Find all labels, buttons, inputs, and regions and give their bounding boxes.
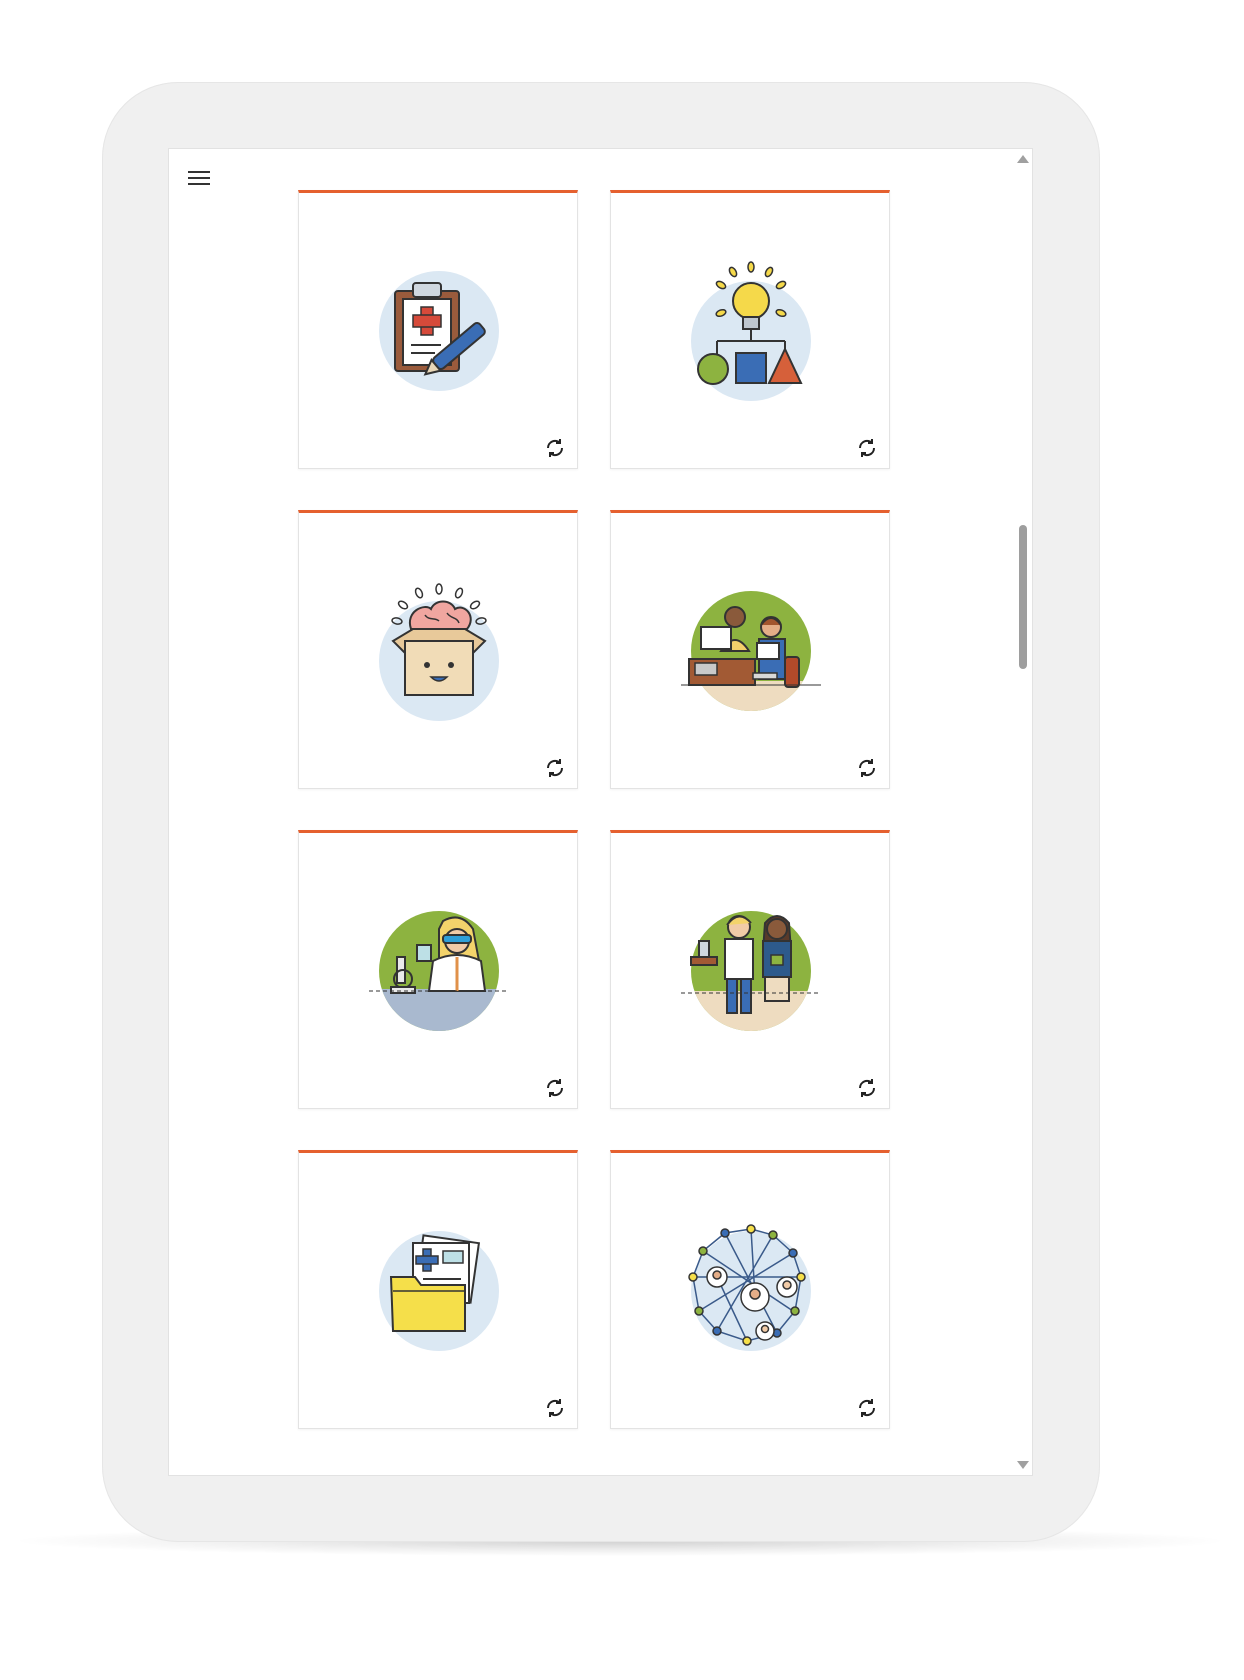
scroll-up-arrow-icon[interactable] <box>1017 155 1029 163</box>
card-1[interactable] <box>298 190 578 469</box>
office-workers-illustration <box>681 591 821 711</box>
refresh-icon[interactable] <box>543 1076 567 1100</box>
refresh-icon[interactable] <box>855 756 879 780</box>
lightbulb-shapes-illustration <box>691 261 811 401</box>
card-5[interactable] <box>298 830 578 1109</box>
menu-line <box>188 171 210 173</box>
refresh-icon[interactable] <box>855 1396 879 1420</box>
people-network-illustration <box>688 1224 811 1351</box>
card-2[interactable] <box>610 190 890 469</box>
scrollbar-thumb[interactable] <box>1019 525 1027 669</box>
refresh-icon[interactable] <box>543 756 567 780</box>
scientist-microscope-illustration <box>369 911 509 1031</box>
card-3[interactable] <box>298 510 578 789</box>
medical-folder-illustration <box>379 1231 499 1351</box>
app-screen <box>168 148 1033 1476</box>
menu-line <box>188 183 210 185</box>
card-8[interactable] <box>610 1150 890 1429</box>
card-7[interactable] <box>298 1150 578 1429</box>
vertical-scrollbar[interactable] <box>1014 149 1032 1475</box>
brain-in-box-illustration <box>379 583 499 721</box>
refresh-icon[interactable] <box>543 436 567 460</box>
refresh-icon[interactable] <box>543 1396 567 1420</box>
two-colleagues-illustration <box>681 911 821 1031</box>
refresh-icon[interactable] <box>855 436 879 460</box>
card-6[interactable] <box>610 830 890 1109</box>
refresh-icon[interactable] <box>855 1076 879 1100</box>
hamburger-menu-button[interactable] <box>185 163 213 191</box>
medical-clipboard-illustration <box>379 271 499 391</box>
scroll-down-arrow-icon[interactable] <box>1017 1461 1029 1469</box>
card-4[interactable] <box>610 510 890 789</box>
menu-line <box>188 177 210 179</box>
